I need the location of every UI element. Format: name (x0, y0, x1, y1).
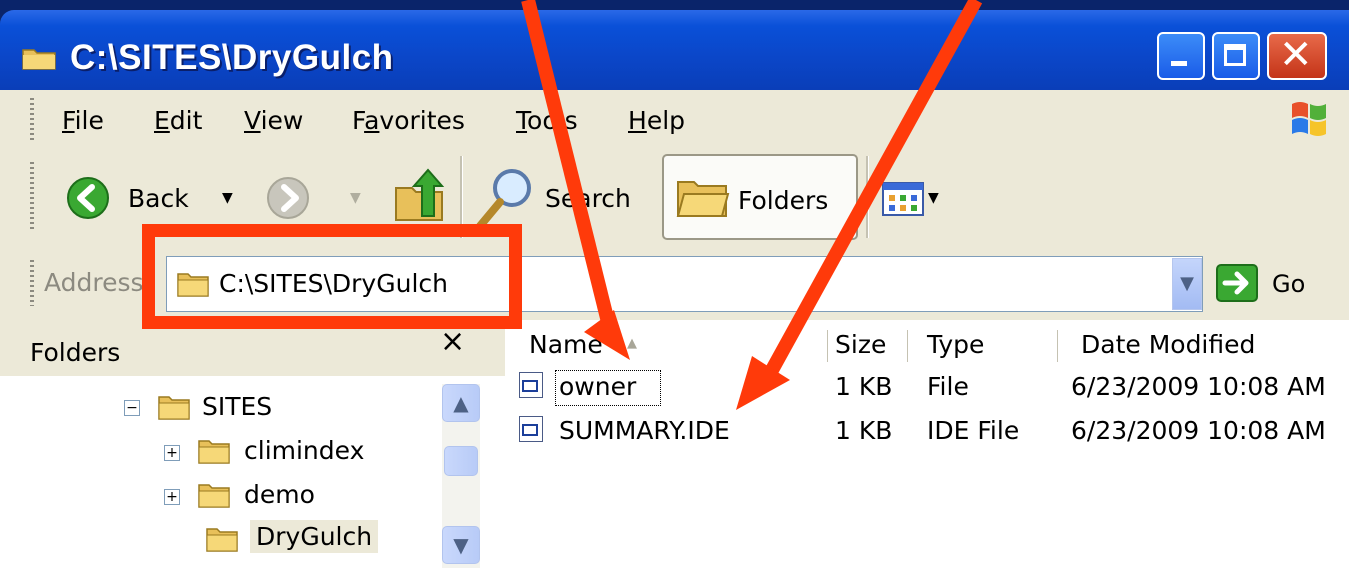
scroll-down-button[interactable]: ▼ (442, 526, 480, 564)
folder-icon (22, 49, 56, 70)
file-name: SUMMARY.IDE (559, 416, 730, 445)
file-type: IDE File (927, 416, 1020, 445)
title-bar[interactable]: C:\SITES\DryGulch ✕ (0, 10, 1349, 90)
sort-ascending-icon: ▲ (627, 336, 637, 351)
menu-bar: File Edit View Favorites Tools Help (0, 90, 1349, 149)
folders-scrollbar[interactable]: ▲ ▼ (442, 384, 480, 568)
chevron-up-icon: ▲ (453, 391, 469, 415)
back-arrow-icon[interactable] (66, 176, 110, 220)
toolbar-grip (30, 162, 34, 232)
standard-toolbar: Back ▼ ▼ Search Folders ▼ (0, 148, 1349, 249)
column-header-name[interactable]: Name (529, 330, 603, 359)
minimize-button[interactable] (1157, 32, 1205, 80)
scroll-up-button[interactable]: ▲ (442, 384, 480, 422)
toolbar-separator (460, 156, 463, 238)
column-header-size[interactable]: Size (835, 330, 886, 359)
column-separator[interactable] (1057, 330, 1058, 362)
window-title: C:\SITES\DryGulch (70, 38, 394, 77)
menu-grip (30, 98, 34, 140)
back-button-label[interactable]: Back (128, 184, 189, 213)
go-label: Go (1272, 270, 1306, 298)
windows-logo-icon (1292, 102, 1326, 136)
address-input[interactable]: C:\SITES\DryGulch (166, 256, 1203, 312)
file-name: owner (559, 372, 637, 401)
folder-icon (177, 273, 209, 297)
folder-icon (198, 484, 230, 508)
views-dropdown-icon[interactable]: ▼ (928, 190, 939, 206)
folder-icon (158, 396, 190, 420)
address-label: Address (44, 268, 144, 297)
file-icon (519, 416, 543, 442)
up-folder-icon[interactable] (392, 166, 446, 224)
folder-icon (198, 440, 230, 464)
forward-dropdown-icon: ▼ (350, 190, 361, 206)
column-header-type[interactable]: Type (927, 330, 984, 359)
menu-view[interactable]: View (244, 106, 303, 135)
file-size: 1 KB (835, 416, 893, 445)
chevron-down-icon: ▼ (1180, 273, 1194, 294)
forward-arrow-icon[interactable] (266, 176, 310, 220)
address-bar: Address C:\SITES\DryGulch ▼ Go (0, 248, 1349, 321)
expand-icon[interactable]: + (164, 489, 180, 505)
close-icon: ✕ (1279, 32, 1313, 78)
folders-pane: Folders × − SITES + climindex + demo Dry… (0, 320, 505, 568)
menu-file[interactable]: File (62, 106, 104, 135)
views-icon[interactable] (882, 182, 924, 216)
column-separator[interactable] (827, 330, 828, 362)
file-date: 6/23/2009 10:08 AM (1071, 416, 1326, 445)
address-grip (30, 260, 34, 306)
file-icon (519, 372, 543, 398)
column-header-date-modified[interactable]: Date Modified (1081, 330, 1255, 359)
folders-button-label: Folders (738, 186, 829, 215)
menu-help[interactable]: Help (628, 106, 685, 135)
folders-icon (676, 181, 730, 217)
collapse-icon[interactable]: − (124, 400, 140, 416)
menu-favorites[interactable]: Favorites (352, 106, 465, 135)
tree-item-sites[interactable]: − SITES (124, 392, 424, 432)
address-value: C:\SITES\DryGulch (219, 269, 448, 298)
file-type: File (927, 372, 969, 401)
scroll-thumb[interactable] (444, 446, 478, 476)
folders-button[interactable]: Folders (662, 154, 858, 240)
file-date: 6/23/2009 10:08 AM (1071, 372, 1326, 401)
tree-item-label: DryGulch (250, 520, 379, 553)
folders-pane-header: Folders × (0, 320, 505, 376)
search-button-label[interactable]: Search (545, 184, 631, 213)
tree-item-drygulch[interactable]: DryGulch (206, 520, 436, 564)
back-dropdown-icon[interactable]: ▼ (222, 190, 233, 206)
tree-item-climindex[interactable]: + climindex (164, 436, 444, 476)
toolbar-separator (866, 156, 869, 238)
tree-item-demo[interactable]: + demo (164, 480, 444, 520)
go-arrow-icon (1216, 264, 1258, 302)
folders-pane-title: Folders (30, 338, 121, 367)
column-headers: Name ▲ Size Type Date Modified (505, 320, 1349, 372)
menu-edit[interactable]: Edit (154, 106, 202, 135)
expand-icon[interactable]: + (164, 445, 180, 461)
maximize-button[interactable] (1212, 32, 1260, 80)
column-separator[interactable] (907, 330, 908, 362)
explorer-window: C:\SITES\DryGulch ✕ File Edit View Favor… (0, 0, 1349, 568)
menu-tools[interactable]: Tools (516, 106, 578, 135)
search-icon[interactable] (474, 166, 536, 232)
chevron-down-icon: ▼ (453, 533, 469, 557)
close-pane-icon[interactable]: × (440, 324, 465, 359)
close-button[interactable]: ✕ (1267, 32, 1327, 80)
address-dropdown-button[interactable]: ▼ (1172, 258, 1202, 310)
go-button[interactable]: Go (1216, 262, 1336, 306)
file-size: 1 KB (835, 372, 893, 401)
table-row[interactable]: SUMMARY.IDE 1 KB IDE File 6/23/2009 10:0… (505, 410, 1349, 450)
table-row[interactable]: owner 1 KB File 6/23/2009 10:08 AM (505, 368, 1349, 408)
folder-icon (206, 528, 238, 552)
tree-item-label: demo (244, 480, 315, 509)
tree-item-label: SITES (202, 392, 273, 421)
tree-item-label: climindex (244, 436, 365, 465)
